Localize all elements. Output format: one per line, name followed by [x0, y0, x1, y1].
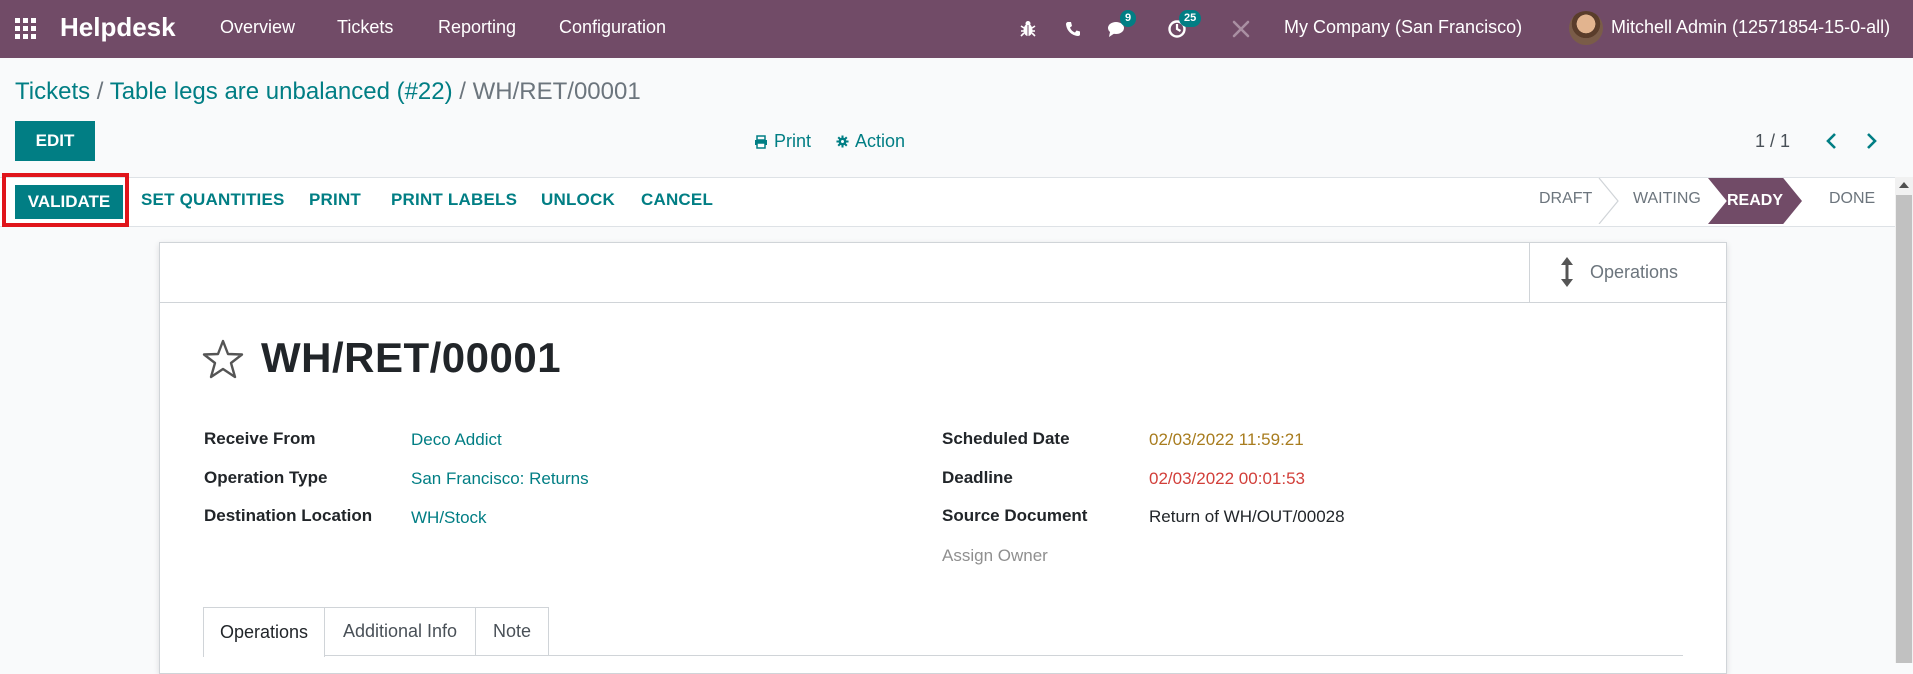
tools-cross-icon[interactable] — [1229, 15, 1253, 43]
pager-value[interactable]: 1 / 1 — [1755, 131, 1790, 152]
deadline-label: Deadline — [942, 468, 1013, 487]
edit-button[interactable]: EDIT — [15, 121, 95, 161]
menu-reporting[interactable]: Reporting — [438, 17, 516, 38]
scroll-up-icon[interactable] — [1899, 182, 1909, 188]
breadcrumb-current: WH/RET/00001 — [472, 78, 641, 105]
scheduled-date-value: 02/03/2022 11:59:21 — [1149, 430, 1304, 449]
source-document-label: Source Document — [942, 506, 1088, 525]
app-brand[interactable]: Helpdesk — [60, 12, 176, 43]
source-document-value: Return of WH/OUT/00028 — [1149, 507, 1345, 526]
deadline-value: 02/03/2022 00:01:53 — [1149, 469, 1305, 488]
tab-operations[interactable]: Operations — [203, 607, 325, 657]
assign-owner-link[interactable]: Assign Owner — [942, 546, 1048, 566]
print-dropdown-label: Print — [774, 131, 812, 151]
operations-smart-button-label: Operations — [1590, 261, 1679, 282]
tab-note[interactable]: Note — [475, 607, 549, 655]
menu-overview[interactable]: Overview — [220, 17, 295, 38]
stage-separator — [1598, 178, 1619, 224]
stage-ready-label: READY — [1726, 192, 1783, 209]
menu-tickets[interactable]: Tickets — [337, 17, 393, 38]
apps-menu-icon[interactable] — [15, 18, 37, 40]
messages-chat-icon[interactable]: 9 — [1106, 10, 1137, 43]
operation-type-label: Operation Type — [204, 468, 328, 487]
validate-highlight-box — [2, 173, 129, 227]
tab-additional-info[interactable]: Additional Info — [324, 607, 476, 655]
scheduled-date-label: Scheduled Date — [942, 429, 1070, 448]
company-switcher[interactable]: My Company (San Francisco) — [1284, 17, 1522, 38]
smart-button-box — [159, 242, 1727, 303]
destination-location-value[interactable]: WH/Stock — [411, 508, 487, 528]
receive-from-value[interactable]: Deco Addict — [411, 430, 502, 450]
print-dropdown[interactable]: Print — [754, 131, 811, 152]
messages-badge: 9 — [1120, 10, 1137, 27]
set-quantities-button[interactable]: SET QUANTITIES — [141, 190, 285, 210]
unlock-button[interactable]: UNLOCK — [541, 190, 615, 210]
action-dropdown[interactable]: Action — [836, 131, 905, 152]
vertical-arrows-icon — [1561, 257, 1573, 287]
cancel-button[interactable]: CANCEL — [641, 190, 713, 210]
record-title: WH/RET/00001 — [261, 334, 562, 381]
debug-bug-icon[interactable] — [1016, 15, 1040, 43]
operation-type-value[interactable]: San Francisco: Returns — [411, 469, 589, 489]
stage-waiting[interactable]: WAITING — [1633, 190, 1701, 208]
operations-smart-button[interactable]: Operations — [1529, 242, 1727, 302]
stage-draft[interactable]: DRAFT — [1539, 190, 1592, 208]
pager-next-icon[interactable] — [1859, 128, 1883, 154]
favorite-star-icon[interactable] — [202, 338, 244, 380]
breadcrumb-tickets[interactable]: Tickets — [15, 78, 90, 105]
print-icon — [755, 134, 767, 149]
pager-previous-icon[interactable] — [1820, 128, 1844, 154]
print-button[interactable]: PRINT — [309, 190, 361, 210]
menu-configuration[interactable]: Configuration — [559, 17, 666, 38]
breadcrumb: Tickets / Table legs are unbalanced (#22… — [15, 78, 641, 106]
print-labels-button[interactable]: PRINT LABELS — [391, 190, 517, 210]
gear-icon — [836, 135, 849, 148]
receive-from-label: Receive From — [204, 429, 316, 448]
phone-icon[interactable] — [1061, 15, 1085, 43]
breadcrumb-separator: / — [96, 78, 104, 105]
top-navbar: Helpdesk Overview Tickets Reporting Conf… — [0, 0, 1913, 58]
breadcrumb-separator: / — [459, 78, 466, 105]
breadcrumb-ticket[interactable]: Table legs are unbalanced (#22) — [110, 78, 453, 105]
action-dropdown-label: Action — [855, 131, 906, 151]
activities-clock-icon[interactable]: 25 — [1165, 10, 1202, 43]
user-avatar[interactable] — [1569, 11, 1603, 45]
activities-badge: 25 — [1179, 10, 1202, 27]
scrollbar-thumb[interactable] — [1896, 195, 1912, 663]
user-menu[interactable]: Mitchell Admin (12571854-15-0-all) — [1611, 17, 1890, 38]
destination-location-label: Destination Location — [204, 506, 373, 525]
stage-done[interactable]: DONE — [1829, 190, 1875, 208]
